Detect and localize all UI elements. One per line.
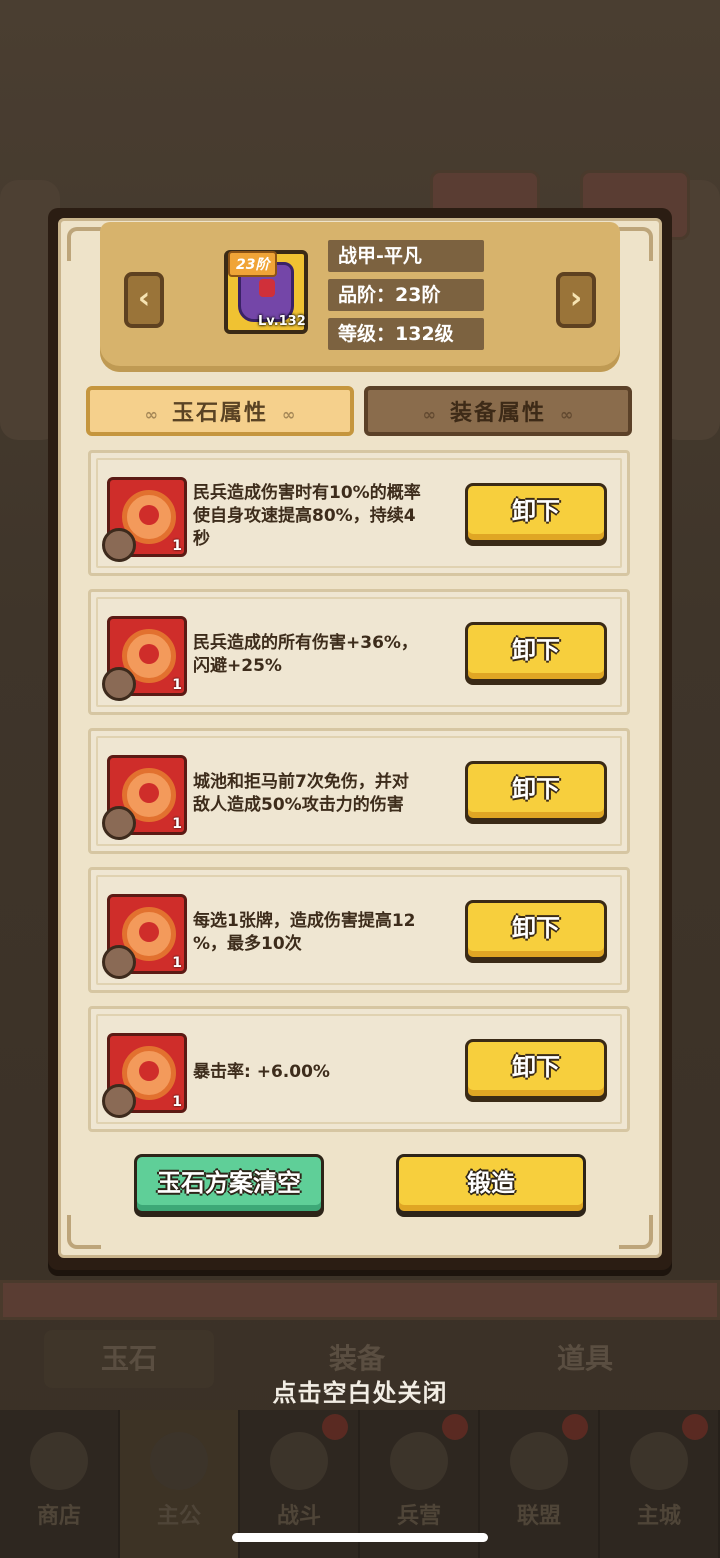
red-jade-icon[interactable]: 1 [102,616,187,701]
gem-count: 1 [172,1094,182,1110]
gem-description: 每选1张牌，造成伤害提高12 %，最多10次 [193,888,463,978]
corner-ornament [67,1215,101,1249]
boar-badge-icon [102,945,136,979]
lord-icon [150,1432,208,1490]
ornament-icon: ∞ [282,405,296,424]
red-jade-icon[interactable]: 1 [102,755,187,840]
red-jade-icon[interactable]: 1 [102,477,187,562]
unequip-button[interactable]: 卸下 [465,622,607,682]
nav-lord[interactable]: 主公 [120,1410,240,1558]
desc-line: 闪避+25% [193,656,282,676]
forge-button[interactable]: 锻造 [396,1154,586,1214]
desc-line: 城池和拒马前7次免伤，并对 [193,772,409,792]
nav-shop[interactable]: 商店 [0,1410,120,1558]
alert-badge [322,1414,348,1440]
next-arrow-button[interactable]: › [556,272,596,328]
corner-ornament [619,1215,653,1249]
gem-count: 1 [172,955,182,971]
prev-arrow-button[interactable]: ‹ [124,272,164,328]
boar-badge-icon [102,806,136,840]
gem-description: 城池和拒马前7次免伤，并对 敌人造成50%攻击力的伤害 [193,749,463,839]
tier-tag: 23阶 [228,251,278,277]
shop-icon [30,1432,88,1490]
corner-ornament [67,227,101,261]
gem-row: 1 暴击率: +6.00% 卸下 [88,1006,630,1132]
desc-line: 民兵造成的所有伤害+36%， [193,633,418,653]
flag-icon [510,1432,568,1490]
gem-count: 1 [172,677,182,693]
gem-count: 1 [172,538,182,554]
unequip-button[interactable]: 卸下 [465,1039,607,1099]
desc-line: 秒 [193,528,210,549]
alert-badge [682,1414,708,1440]
nav-alliance[interactable]: 联盟 [480,1410,600,1558]
item-name: 战甲-平凡 [328,240,484,272]
gem-description: 民兵造成的所有伤害+36%， 闪避+25% [193,610,463,700]
unequip-button[interactable]: 卸下 [465,483,607,543]
bow-icon [390,1432,448,1490]
desc-line: 暴击率: +6.00% [193,1061,330,1082]
gem-row: 1 每选1张牌，造成伤害提高12 %，最多10次 卸下 [88,867,630,993]
nav-label: 主城 [636,1504,681,1529]
gem-row: 1 民兵造成伤害时有10%的概率 使自身攻速提高80%，持续4 秒 卸下 [88,450,630,576]
item-quality: 品阶：23阶 [328,279,484,311]
alert-badge [562,1414,588,1440]
unequip-button[interactable]: 卸下 [465,761,607,821]
boar-badge-icon [102,667,136,701]
ornament-icon: ∞ [422,405,436,424]
alert-badge [442,1414,468,1440]
ornament-icon: ∞ [560,405,574,424]
tab-jade-attributes[interactable]: ∞ 玉石属性 ∞ [86,386,354,436]
gem-row: 1 城池和拒马前7次免伤，并对 敌人造成50%攻击力的伤害 卸下 [88,728,630,854]
desc-line: 敌人造成50%攻击力的伤害 [193,795,404,815]
red-jade-icon[interactable]: 1 [102,894,187,979]
gem-row: 1 民兵造成的所有伤害+36%， 闪避+25% 卸下 [88,589,630,715]
nav-label: 兵营 [396,1504,441,1529]
desc-line: 每选1张牌，造成伤害提高12 [193,911,416,931]
boar-badge-icon [102,528,136,562]
nav-city[interactable]: 主城 [600,1410,720,1558]
gem-count: 1 [172,816,182,832]
swords-icon [270,1432,328,1490]
tab-label: 玉石属性 [171,401,268,426]
nav-label: 战斗 [276,1504,321,1529]
armor-gem [259,279,275,297]
gem-description: 民兵造成伤害时有10%的概率 使自身攻速提高80%，持续4 秒 [193,471,463,561]
ornament-icon: ∞ [144,405,158,424]
nav-label: 联盟 [516,1504,561,1529]
nav-label: 商店 [36,1504,81,1529]
bg-item-row [0,1280,720,1320]
boar-badge-icon [102,1084,136,1118]
tab-label: 装备属性 [449,401,546,426]
item-level: 等级：132级 [328,318,484,350]
corner-ornament [619,227,653,261]
tab-equipment-attributes[interactable]: ∞ 装备属性 ∞ [364,386,632,436]
clear-jade-plan-button[interactable]: 玉石方案清空 [134,1154,324,1214]
map-icon [630,1432,688,1490]
gem-description: 暴击率: +6.00% [193,1027,463,1117]
red-jade-icon[interactable]: 1 [102,1033,187,1118]
close-hint[interactable]: 点击空白处关闭 [0,1373,720,1408]
desc-line: %，最多10次 [193,934,302,954]
desc-line: 使自身攻速提高80%，持续4 [193,505,416,526]
level-tag: Lv.132 [258,314,306,329]
nav-label: 主公 [156,1504,201,1529]
desc-line: 民兵造成伤害时有10%的概率 [193,482,421,503]
home-indicator [232,1533,488,1542]
unequip-button[interactable]: 卸下 [465,900,607,960]
